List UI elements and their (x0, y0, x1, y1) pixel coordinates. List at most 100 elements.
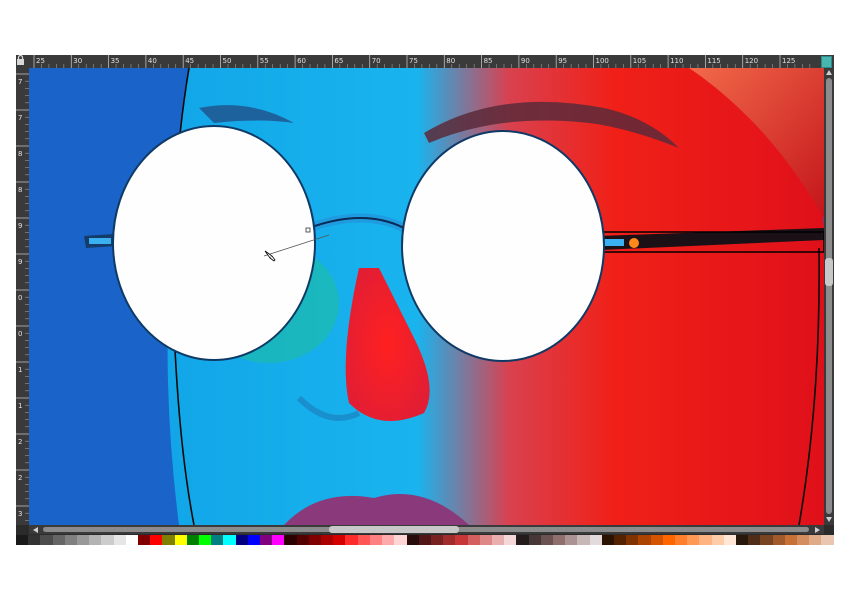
horizontal-ruler[interactable]: 25 30 35 40 45 50 55 60 65 70 75 80 85 90 95 100 105 110 1… (16, 55, 834, 69)
palette-swatch[interactable] (699, 535, 712, 545)
palette-swatch[interactable] (211, 535, 224, 545)
palette-swatch[interactable] (174, 535, 187, 545)
ruler-label: 100 (596, 57, 609, 65)
palette-swatch[interactable] (223, 535, 236, 545)
palette-swatch[interactable] (16, 535, 29, 545)
palette-swatch[interactable] (797, 535, 810, 545)
palette-swatch[interactable] (589, 535, 602, 545)
ruler-label: 110 (670, 57, 683, 65)
palette-swatch[interactable] (760, 535, 773, 545)
lock-icon[interactable] (16, 55, 25, 65)
ruler-label: 65 (334, 57, 343, 65)
palette-swatch[interactable] (235, 535, 248, 545)
palette-swatch[interactable] (418, 535, 431, 545)
ruler-label: 2 (18, 438, 22, 446)
palette-swatch[interactable] (28, 535, 41, 545)
ruler-label: 25 (36, 57, 45, 65)
palette-swatch[interactable] (552, 535, 566, 545)
palette-swatch[interactable] (138, 535, 151, 545)
palette-swatch[interactable] (199, 535, 212, 545)
palette-swatch[interactable] (443, 535, 456, 545)
ruler-label: 0 (18, 330, 22, 338)
palette-swatch[interactable] (540, 535, 553, 545)
ruler-label: 50 (223, 57, 232, 65)
palette-swatch[interactable] (113, 535, 126, 545)
palette-swatch[interactable] (186, 535, 200, 545)
palette-swatch[interactable] (626, 535, 639, 545)
scroll-right-icon[interactable] (815, 527, 820, 533)
left-lens (112, 125, 316, 361)
horizontal-scroll-thumb[interactable] (329, 526, 459, 533)
canvas-artwork (29, 68, 824, 525)
palette-swatch[interactable] (125, 535, 139, 545)
palette-swatch[interactable] (467, 535, 480, 545)
palette-swatch[interactable] (272, 535, 285, 545)
palette-swatch[interactable] (455, 535, 468, 545)
palette-swatch[interactable] (284, 535, 297, 545)
palette-swatch[interactable] (40, 535, 53, 545)
palette-swatch[interactable] (260, 535, 273, 545)
drawing-canvas[interactable] (29, 68, 824, 525)
palette-swatch[interactable] (333, 535, 346, 545)
palette-swatch[interactable] (711, 535, 724, 545)
vertical-ruler[interactable]: 77889900112233 (16, 68, 30, 572)
vertical-scrollbar[interactable] (824, 68, 834, 525)
palette-swatch[interactable] (565, 535, 578, 545)
palette-swatch[interactable] (772, 535, 785, 545)
palette-swatch[interactable] (89, 535, 102, 545)
editor-window: 25 30 35 40 45 50 55 60 65 70 75 80 85 90 95 100 105 110 1… (16, 55, 834, 572)
palette-swatch[interactable] (77, 535, 90, 545)
palette-swatch[interactable] (723, 535, 736, 545)
palette-swatch[interactable] (662, 535, 675, 545)
palette-swatch[interactable] (52, 535, 65, 545)
scroll-left-icon[interactable] (33, 527, 38, 533)
horizontal-scrollbar[interactable] (29, 525, 824, 534)
ruler-label: 115 (707, 57, 720, 65)
palette-swatch[interactable] (394, 535, 407, 545)
scroll-down-icon[interactable] (826, 517, 832, 522)
palette-swatch[interactable] (430, 535, 444, 545)
palette-swatch[interactable] (321, 535, 334, 545)
palette-swatch[interactable] (382, 535, 395, 545)
palette-swatch[interactable] (101, 535, 114, 545)
palette-swatch[interactable] (162, 535, 175, 545)
palette-swatch[interactable] (150, 535, 163, 545)
palette-swatch[interactable] (369, 535, 383, 545)
vertical-scroll-thumb[interactable] (825, 258, 833, 286)
right-lens (401, 130, 605, 362)
ruler-toggle-icon[interactable] (821, 56, 832, 68)
ruler-label: 40 (148, 57, 157, 65)
palette-swatch[interactable] (357, 535, 370, 545)
palette-swatch[interactable] (345, 535, 358, 545)
palette-swatch[interactable] (528, 535, 541, 545)
palette-swatch[interactable] (638, 535, 651, 545)
palette-swatch[interactable] (479, 535, 492, 545)
node-handle (305, 227, 311, 233)
scroll-up-icon[interactable] (826, 70, 832, 75)
palette-swatch[interactable] (650, 535, 663, 545)
palette-swatch[interactable] (613, 535, 627, 545)
color-palette[interactable] (16, 535, 834, 545)
palette-swatch[interactable] (406, 535, 419, 545)
ruler-label: 70 (372, 57, 381, 65)
ruler-label: 125 (782, 57, 795, 65)
palette-swatch[interactable] (296, 535, 309, 545)
palette-swatch[interactable] (784, 535, 797, 545)
palette-swatch[interactable] (308, 535, 322, 545)
palette-swatch[interactable] (809, 535, 822, 545)
palette-swatch[interactable] (247, 535, 261, 545)
palette-swatch[interactable] (674, 535, 688, 545)
palette-swatch[interactable] (516, 535, 529, 545)
palette-swatch[interactable] (64, 535, 78, 545)
palette-swatch[interactable] (735, 535, 749, 545)
palette-swatch[interactable] (748, 535, 761, 545)
palette-swatch[interactable] (491, 535, 505, 545)
palette-swatch[interactable] (577, 535, 590, 545)
palette-swatch[interactable] (687, 535, 700, 545)
palette-swatch[interactable] (821, 535, 834, 545)
palette-swatch[interactable] (601, 535, 614, 545)
palette-swatch[interactable] (504, 535, 517, 545)
vertical-scroll-track[interactable] (826, 78, 832, 514)
ruler-label: 7 (18, 78, 22, 86)
ruler-label: 2 (18, 474, 22, 482)
